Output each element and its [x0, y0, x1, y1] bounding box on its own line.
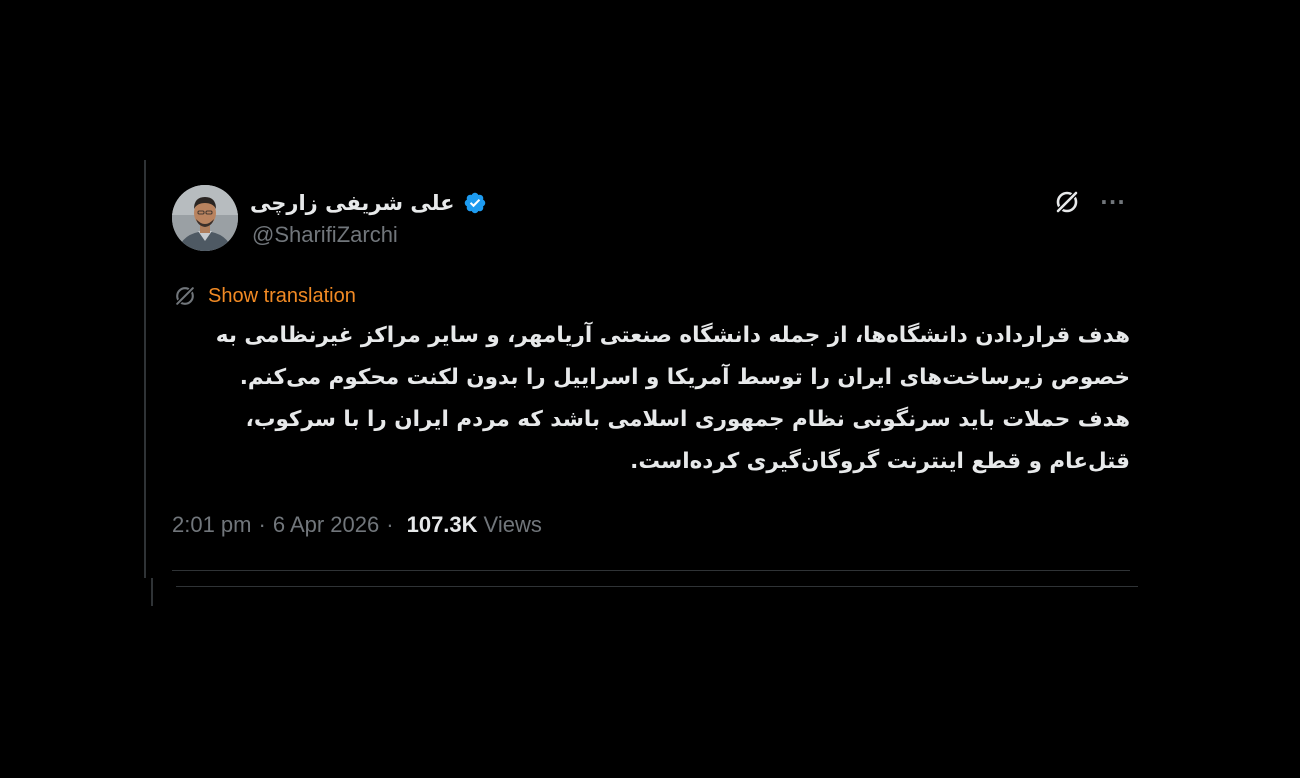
tweet-time[interactable]: 2:01 pm: [172, 512, 252, 538]
tweet-screenshot: علی شریفی زارچی @SharifiZarchi ··· Show …: [0, 0, 1300, 778]
views-count: 107.3K: [406, 512, 478, 537]
thread-line-lower: [151, 578, 153, 606]
divider-lower: [176, 586, 1138, 587]
grok-icon[interactable]: [1052, 187, 1082, 217]
avatar-photo: [172, 185, 238, 251]
tweet-text-line: خصوص زیرساخت‌های ایران را توسط آمریکا و …: [239, 365, 1130, 390]
tweet-date[interactable]: 6 Apr 2026: [273, 512, 379, 538]
author-name-row[interactable]: علی شریفی زارچی: [250, 186, 487, 220]
show-translation-row[interactable]: Show translation: [172, 281, 356, 311]
tweet-text-line: هدف قراردادن دانشگاه‌ها، از جمله دانشگاه…: [215, 323, 1130, 348]
author-display-name[interactable]: علی شریفی زارچی: [250, 191, 455, 215]
grok-translate-icon: [174, 285, 196, 307]
more-options-icon[interactable]: ···: [1098, 188, 1128, 216]
thread-line: [144, 160, 146, 578]
show-translation-link[interactable]: Show translation: [208, 285, 356, 308]
tweet-text: هدف قراردادن دانشگاه‌ها، از جمله دانشگاه…: [172, 315, 1130, 483]
divider: [172, 570, 1130, 571]
avatar[interactable]: [172, 185, 238, 251]
verified-badge-icon: [464, 192, 485, 214]
meta-separator: ·: [258, 512, 266, 537]
author-handle[interactable]: @SharifiZarchi: [252, 222, 398, 248]
tweet-text-line: قتل‌عام و قطع اینترنت گروگان‌گیری کرده‌ا…: [630, 449, 1130, 474]
meta-separator: ·: [386, 512, 394, 537]
views-label: Views: [483, 512, 542, 537]
tweet-text-line: هدف حملات باید سرنگونی نظام جمهوری اسلام…: [245, 407, 1130, 432]
tweet-meta: 2:01 pm · 6 Apr 2026 · 107.3K Views: [172, 509, 542, 541]
